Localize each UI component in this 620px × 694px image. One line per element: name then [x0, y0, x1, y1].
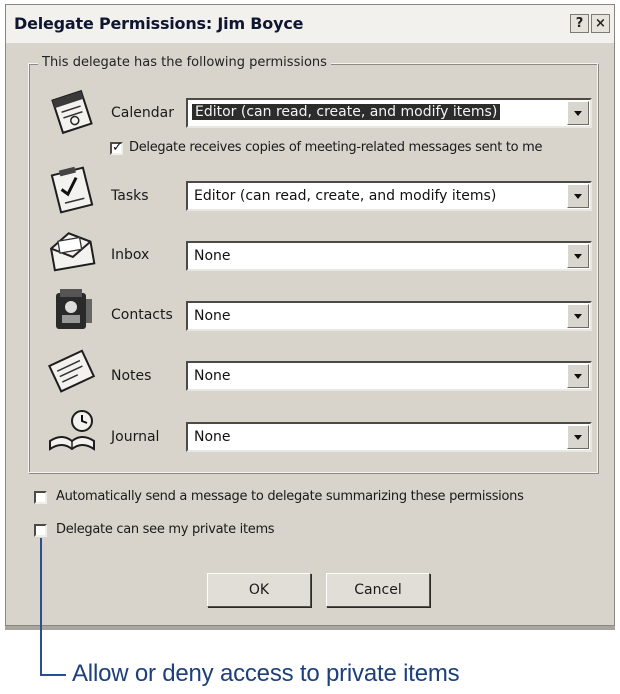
calendar-permission-select[interactable]: Editor (can read, create, and modify ite…	[186, 98, 592, 128]
meeting-copies-checkbox[interactable]: ✓	[110, 140, 123, 155]
summary-message-checkbox[interactable]	[34, 491, 47, 504]
calendar-permission-value: Editor (can read, create, and modify ite…	[192, 104, 501, 120]
notes-label: Notes	[111, 368, 152, 384]
permissions-group-label: This delegate has the following permissi…	[38, 55, 331, 70]
journal-permission-select[interactable]: None	[186, 422, 592, 452]
close-button[interactable]: ×	[591, 14, 610, 33]
chevron-down-icon[interactable]	[567, 425, 589, 449]
inbox-permission-select[interactable]: None	[186, 241, 592, 271]
meeting-copies-label: Delegate receives copies of meeting-rela…	[129, 140, 543, 155]
cancel-button[interactable]: Cancel	[326, 573, 430, 607]
help-button[interactable]: ?	[570, 14, 589, 33]
inbox-permission-value: None	[194, 248, 231, 264]
tasks-permission-value: Editor (can read, create, and modify ite…	[194, 188, 497, 204]
contacts-permission-value: None	[194, 308, 231, 324]
callout-line-horizontal	[40, 674, 66, 676]
tasks-icon	[50, 166, 94, 214]
chevron-down-icon[interactable]	[567, 101, 589, 125]
inbox-icon	[50, 232, 96, 272]
contacts-icon	[56, 289, 92, 329]
summary-message-label: Automatically send a message to delegate…	[56, 489, 524, 504]
inbox-label: Inbox	[111, 247, 150, 263]
calendar-icon	[51, 89, 93, 135]
delegate-permissions-dialog: Delegate Permissions: Jim Boyce ? × This…	[5, 4, 615, 626]
journal-icon	[49, 410, 95, 451]
ok-button[interactable]: OK	[207, 573, 311, 607]
dialog-shadow-edge	[5, 626, 615, 630]
tasks-label: Tasks	[111, 188, 149, 204]
notes-icon	[48, 349, 96, 393]
calendar-label: Calendar	[111, 105, 174, 121]
notes-permission-select[interactable]: None	[186, 361, 592, 391]
callout-line-vertical	[40, 538, 42, 676]
chevron-down-icon[interactable]	[567, 364, 589, 388]
notes-permission-value: None	[194, 368, 231, 384]
journal-permission-value: None	[194, 429, 231, 445]
tasks-permission-select[interactable]: Editor (can read, create, and modify ite…	[186, 181, 592, 211]
contacts-label: Contacts	[111, 307, 173, 323]
callout-annotation: Allow or deny access to private items	[72, 660, 460, 687]
chevron-down-icon[interactable]	[567, 244, 589, 268]
journal-label: Journal	[111, 429, 160, 445]
contacts-permission-select[interactable]: None	[186, 301, 592, 331]
chevron-down-icon[interactable]	[567, 184, 589, 208]
private-items-checkbox[interactable]	[34, 524, 47, 537]
private-items-label: Delegate can see my private items	[56, 522, 275, 537]
chevron-down-icon[interactable]	[567, 304, 589, 328]
window-title: Delegate Permissions: Jim Boyce	[14, 14, 304, 33]
title-bar: Delegate Permissions: Jim Boyce ? ×	[6, 5, 614, 43]
checkmark-icon: ✓	[112, 140, 123, 155]
